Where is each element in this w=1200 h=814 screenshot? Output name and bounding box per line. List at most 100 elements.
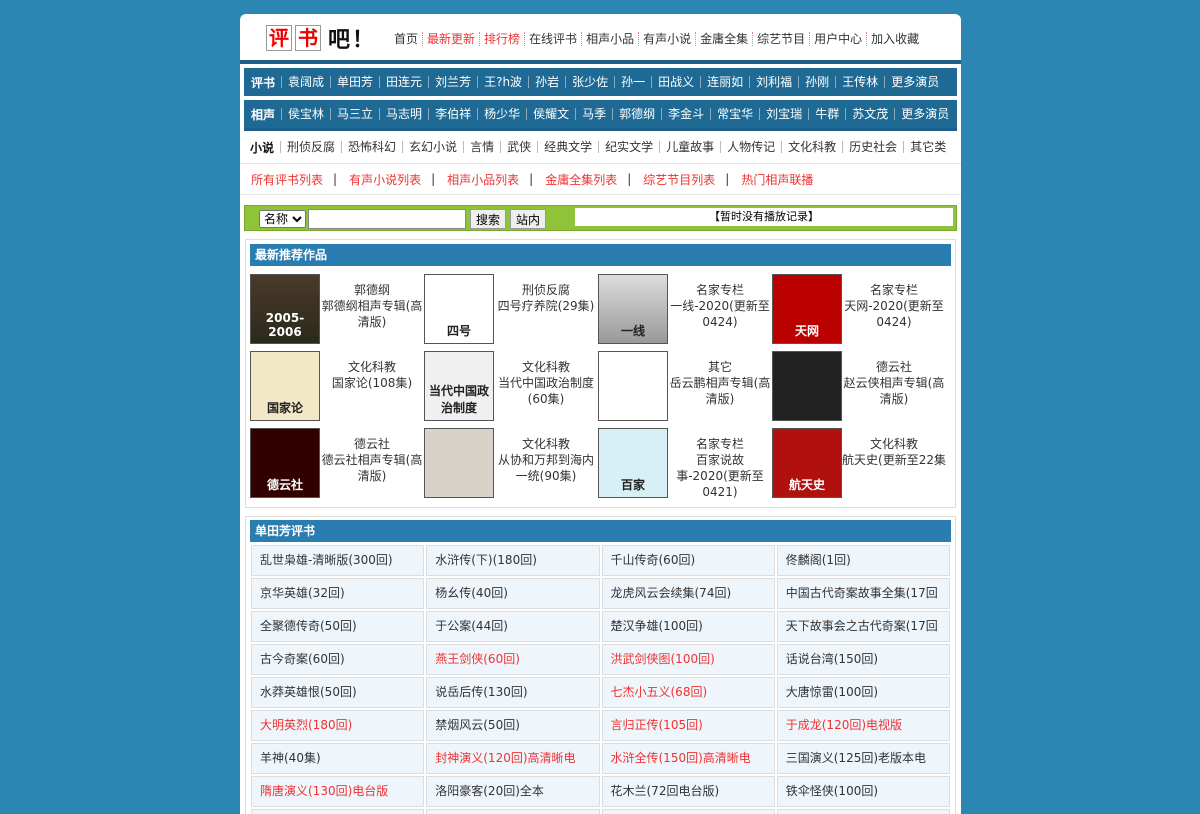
list-link[interactable]: 有声小说列表 (349, 171, 421, 188)
card-category[interactable]: 文化科教 (320, 359, 424, 375)
card-title[interactable]: 赵云侠相声专辑(高清版) (844, 376, 945, 406)
novel-category-link[interactable]: 其它类 (903, 141, 952, 153)
pingshu-artist-link[interactable]: 王传林 (835, 76, 884, 88)
list-item[interactable]: 羊神(40集) (251, 743, 425, 774)
cover-image[interactable]: 2005-2006 (250, 274, 320, 344)
novel-category-link[interactable]: 文化科教 (781, 141, 842, 153)
pingshu-artist-link[interactable]: 刘利福 (749, 76, 798, 88)
list-item[interactable]: 封神演义(120回)高清晰电 (426, 743, 600, 774)
list-item[interactable]: 水莽英雄恨(50回) (251, 677, 425, 708)
list-item[interactable]: 隋唐演义(130回)电台版 (251, 776, 425, 807)
pingshu-artist-link[interactable]: 袁阔成 (281, 76, 330, 88)
novel-category-link[interactable]: 儿童故事 (659, 141, 720, 153)
list-link[interactable]: 相声小品列表 (447, 171, 519, 188)
list-item[interactable]: 言归正传(105回) (601, 710, 775, 741)
xiangsheng-artist-link[interactable]: 侯宝林 (281, 108, 330, 120)
list-item[interactable]: 大明英烈(180回) (251, 710, 425, 741)
card-category[interactable]: 其它 (668, 359, 772, 375)
card-title[interactable]: 国家论(108集) (332, 376, 412, 390)
recommend-card[interactable]: 德云社 赵云侠相声专辑(高清版) (772, 351, 946, 428)
list-item[interactable] (251, 809, 425, 814)
card-category[interactable]: 德云社 (320, 436, 424, 452)
pingshu-artist-link[interactable]: 张少佐 (565, 76, 614, 88)
list-item[interactable]: 洛阳豪客(20回)全本 (426, 776, 600, 807)
list-item[interactable]: 禁烟风云(50回) (426, 710, 600, 741)
pingshu-artist-link[interactable]: 连丽如 (700, 76, 749, 88)
list-item[interactable]: 乱世枭雄-清晰版(300回) (251, 545, 425, 576)
recommend-card[interactable]: 百家 名家专栏 百家说故事-2020(更新至0421) (598, 428, 772, 505)
recommend-card[interactable]: 国家论 文化科教 国家论(108集) (250, 351, 424, 428)
nav-link[interactable]: 金庸全集 (695, 32, 752, 46)
card-title[interactable]: 天网-2020(更新至0424) (844, 299, 944, 329)
card-category[interactable]: 文化科教 (494, 436, 598, 452)
nav-link[interactable]: 用户中心 (809, 32, 866, 46)
list-item[interactable]: 中国古代奇案故事全集(17回 (776, 578, 950, 609)
card-category[interactable]: 名家专栏 (668, 436, 772, 452)
search-button[interactable]: 搜索 (470, 209, 507, 229)
nav-link[interactable]: 有声小说 (638, 32, 695, 46)
pingshu-artist-link[interactable]: 王?h波 (477, 76, 528, 88)
card-title[interactable]: 岳云鹏相声专辑(高清版) (670, 376, 771, 406)
pingshu-artist-link[interactable]: 孙岩 (528, 76, 565, 88)
recommend-card[interactable]: 2005-2006 郭德纲 郭德纲相声专辑(高清版) (250, 274, 424, 351)
cover-image[interactable]: 国家论 (250, 351, 320, 421)
cover-image[interactable] (424, 428, 494, 498)
nav-link[interactable]: 相声小品 (581, 32, 638, 46)
cover-image[interactable]: 德云社 (250, 428, 320, 498)
cover-image[interactable]: 当代中国政治制度 (424, 351, 494, 421)
pingshu-artist-link[interactable]: 田战义 (651, 76, 700, 88)
card-title[interactable]: 当代中国政治制度(60集) (498, 376, 594, 406)
recommend-card[interactable]: 文化科教 从协和万邦到海内一统(90集) (424, 428, 598, 505)
card-title[interactable]: 一线-2020(更新至0424) (670, 299, 770, 329)
card-category[interactable]: 名家专栏 (842, 282, 946, 298)
card-title[interactable]: 从协和万邦到海内一统(90集) (498, 453, 594, 483)
list-item[interactable]: 花木兰(72回电台版) (601, 776, 775, 807)
site-search-button[interactable]: 站内 (510, 209, 547, 229)
list-item[interactable]: 杨幺传(40回) (426, 578, 600, 609)
list-link[interactable]: 金庸全集列表 (545, 171, 617, 188)
novel-category-link[interactable]: 纪实文学 (598, 141, 659, 153)
nav-link[interactable]: 最新更新 (422, 32, 479, 46)
xiangsheng-artist-link[interactable]: 杨少华 (477, 108, 526, 120)
recommend-card[interactable]: 当代中国政治制度 文化科教 当代中国政治制度(60集) (424, 351, 598, 428)
xiangsheng-artist-link[interactable]: 苏文茂 (845, 108, 894, 120)
list-item[interactable] (426, 809, 600, 814)
pingshu-artist-link[interactable]: 刘兰芳 (428, 76, 477, 88)
card-title[interactable]: 郭德纲相声专辑(高清版) (322, 299, 423, 329)
novel-category-link[interactable]: 言情 (463, 141, 500, 153)
search-type-select[interactable]: 名称 (259, 210, 306, 228)
list-link[interactable]: 所有评书列表 (251, 171, 323, 188)
novel-category-link[interactable]: 刑侦反腐 (280, 141, 341, 153)
recommend-card[interactable]: 航天史 文化科教 航天史(更新至22集 (772, 428, 946, 505)
card-category[interactable]: 名家专栏 (668, 282, 772, 298)
card-title[interactable]: 德云社相声专辑(高清版) (322, 453, 423, 483)
pingshu-artist-link[interactable]: 更多演员 (884, 76, 945, 88)
list-item[interactable] (601, 809, 775, 814)
novel-category-link[interactable]: 经典文学 (537, 141, 598, 153)
search-input[interactable] (308, 209, 466, 229)
list-item[interactable]: 说岳后传(130回) (426, 677, 600, 708)
list-item[interactable]: 于成龙(120回)电视版 (776, 710, 950, 741)
list-item[interactable]: 龙虎风云会续集(74回) (601, 578, 775, 609)
list-item[interactable]: 千山传奇(60回) (601, 545, 775, 576)
list-link[interactable]: 热门相声联播 (741, 171, 813, 188)
novel-category-link[interactable]: 恐怖科幻 (341, 141, 402, 153)
recommend-card[interactable]: 其它 岳云鹏相声专辑(高清版) (598, 351, 772, 428)
novel-category-link[interactable]: 人物传记 (720, 141, 781, 153)
list-item[interactable]: 天下故事会之古代奇案(17回 (776, 611, 950, 642)
card-title[interactable]: 四号疗养院(29集) (498, 299, 595, 313)
list-item[interactable]: 话说台湾(150回) (776, 644, 950, 675)
pingshu-artist-link[interactable]: 孙一 (614, 76, 651, 88)
xiangsheng-artist-link[interactable]: 更多演员 (894, 108, 955, 120)
list-item[interactable]: 全聚德传奇(50回) (251, 611, 425, 642)
list-item[interactable]: 水浒传(下)(180回) (426, 545, 600, 576)
xiangsheng-artist-link[interactable]: 常宝华 (710, 108, 759, 120)
card-category[interactable]: 文化科教 (494, 359, 598, 375)
list-item[interactable]: 楚汉争雄(100回) (601, 611, 775, 642)
recommend-card[interactable]: 德云社 德云社 德云社相声专辑(高清版) (250, 428, 424, 505)
site-logo[interactable]: 评 书 吧 ！ (266, 24, 374, 53)
recommend-card[interactable]: 天网 名家专栏 天网-2020(更新至0424) (772, 274, 946, 351)
xiangsheng-artist-link[interactable]: 侯耀文 (526, 108, 575, 120)
card-category[interactable]: 刑侦反腐 (494, 282, 598, 298)
xiangsheng-artist-link[interactable]: 李金斗 (661, 108, 710, 120)
